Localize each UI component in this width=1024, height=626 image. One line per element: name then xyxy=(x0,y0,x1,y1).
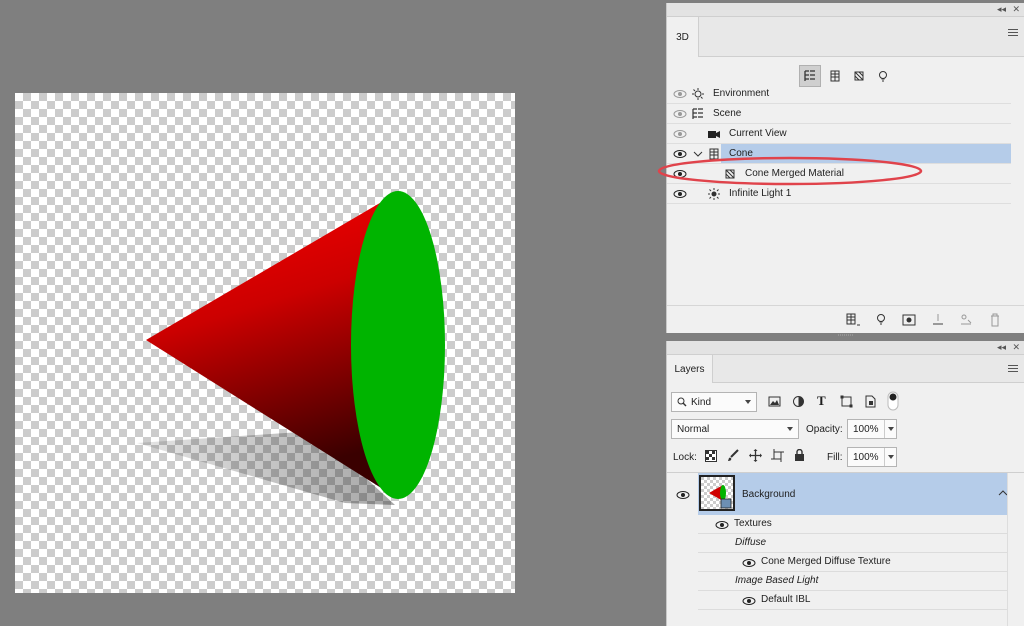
add-mesh-icon[interactable] xyxy=(845,313,861,327)
fill-field[interactable]: 100% xyxy=(847,447,897,467)
tree-label: Scene xyxy=(713,108,742,119)
blend-mode-value: Normal xyxy=(677,424,710,435)
mesh-icon xyxy=(830,70,840,82)
visibility-eye-icon[interactable] xyxy=(673,88,687,100)
layer-thumbnail[interactable] xyxy=(699,475,735,511)
divider xyxy=(698,552,1007,553)
tab-layers[interactable]: Layers xyxy=(667,355,713,383)
trash-icon[interactable] xyxy=(988,313,1004,327)
lightbulb-icon xyxy=(879,71,887,82)
adjustment-filter-icon[interactable] xyxy=(792,395,805,408)
render-icon[interactable] xyxy=(902,313,918,327)
visibility-eye-icon[interactable] xyxy=(715,519,729,531)
fill-label: Fill: xyxy=(827,452,843,463)
textures-label[interactable]: Textures xyxy=(734,518,772,529)
lock-all-icon[interactable] xyxy=(794,449,805,462)
tab-3d[interactable]: 3D xyxy=(667,17,699,57)
ibl-label: Image Based Light xyxy=(735,575,819,586)
close-icon[interactable]: ✕ xyxy=(1012,342,1020,353)
panel-layers-tabs: Layers xyxy=(667,355,1024,383)
opacity-label: Opacity: xyxy=(806,424,843,435)
tree-label: Environment xyxy=(713,88,770,99)
search-icon xyxy=(677,397,687,407)
split-icon[interactable] xyxy=(959,313,975,327)
scene-icon xyxy=(804,70,815,81)
lock-image-pixels-icon[interactable] xyxy=(727,449,740,462)
document-canvas[interactable] xyxy=(15,93,515,593)
tree-row-scene[interactable]: Scene xyxy=(667,104,1011,124)
panel-3d: ◂◂ ✕ 3D Environment Scene Current View C… xyxy=(657,3,1024,333)
opacity-field[interactable]: 100% xyxy=(847,419,897,439)
chevron-down-icon xyxy=(745,400,751,404)
layers-scrollbar[interactable] xyxy=(1007,473,1024,626)
cone-base xyxy=(351,191,445,499)
cone-thumbnail xyxy=(701,477,733,509)
light-icon xyxy=(708,188,720,200)
panel-menu-icon[interactable] xyxy=(1008,365,1018,374)
layer-name: Background xyxy=(742,489,796,500)
diffuse-texture-label[interactable]: Cone Merged Diffuse Texture xyxy=(761,556,891,567)
camera-icon xyxy=(708,131,720,138)
tree-row-environment[interactable]: Environment xyxy=(667,84,1011,104)
filter-toggle[interactable] xyxy=(887,391,899,411)
fill-dropdown-button[interactable] xyxy=(884,448,896,466)
visibility-eye-icon[interactable] xyxy=(673,108,687,120)
visibility-eye-icon[interactable] xyxy=(742,595,756,607)
annotation-ellipse xyxy=(657,156,923,186)
panel-3d-tabs: 3D xyxy=(667,17,1024,57)
drop-to-ground-icon[interactable] xyxy=(931,313,947,327)
default-ibl-label[interactable]: Default IBL xyxy=(761,594,810,605)
divider xyxy=(698,533,1007,534)
shape-filter-icon[interactable] xyxy=(840,395,853,408)
tree-label: Current View xyxy=(729,128,787,139)
chevron-down-icon xyxy=(787,427,793,431)
cone-render xyxy=(137,191,445,505)
blend-mode-dropdown[interactable]: Normal xyxy=(671,419,799,439)
fill-value: 100% xyxy=(853,452,879,463)
collapse-icon[interactable]: ◂◂ xyxy=(997,4,1006,15)
lock-position-icon[interactable] xyxy=(749,449,762,462)
tree-label: Infinite Light 1 xyxy=(729,188,792,199)
divider xyxy=(698,609,1007,610)
collapse-icon[interactable]: ◂◂ xyxy=(997,342,1006,353)
environment-icon xyxy=(692,88,704,100)
lock-artboard-icon[interactable] xyxy=(771,449,784,462)
visibility-eye-icon[interactable] xyxy=(673,188,687,200)
material-icon xyxy=(854,71,864,81)
close-icon[interactable]: ✕ xyxy=(1012,4,1020,15)
divider xyxy=(698,590,1007,591)
panel-menu-icon[interactable] xyxy=(1008,29,1018,38)
visibility-eye-icon[interactable] xyxy=(742,557,756,569)
panel-layers-topbar: ◂◂ ✕ xyxy=(667,341,1024,355)
smart-object-filter-icon[interactable] xyxy=(864,395,877,408)
diffuse-label: Diffuse xyxy=(735,537,767,548)
visibility-eye-icon[interactable] xyxy=(676,489,690,501)
lock-label: Lock: xyxy=(673,452,697,463)
scene-icon xyxy=(692,108,703,119)
add-light-icon[interactable] xyxy=(874,313,890,327)
visibility-eye-icon[interactable] xyxy=(673,128,687,140)
opacity-value: 100% xyxy=(853,424,879,435)
type-filter-icon[interactable]: T xyxy=(817,393,826,409)
panel-3d-bottom-toolbar xyxy=(667,305,1024,333)
opacity-dropdown-button[interactable] xyxy=(884,420,896,438)
tree-row-current-view[interactable]: Current View xyxy=(667,124,1011,144)
panel-layers: ◂◂ ✕ Layers Kind T Normal Opacity: 100% … xyxy=(666,341,1024,626)
divider xyxy=(698,571,1007,572)
panel-3d-topbar: ◂◂ ✕ xyxy=(667,3,1024,17)
panel-resize-grip[interactable] xyxy=(836,333,856,337)
pixel-filter-icon[interactable] xyxy=(768,396,781,407)
filter-kind-dropdown[interactable]: Kind xyxy=(671,392,757,412)
filter-kind-value: Kind xyxy=(691,397,712,408)
lock-transparent-pixels-icon[interactable] xyxy=(705,450,717,462)
